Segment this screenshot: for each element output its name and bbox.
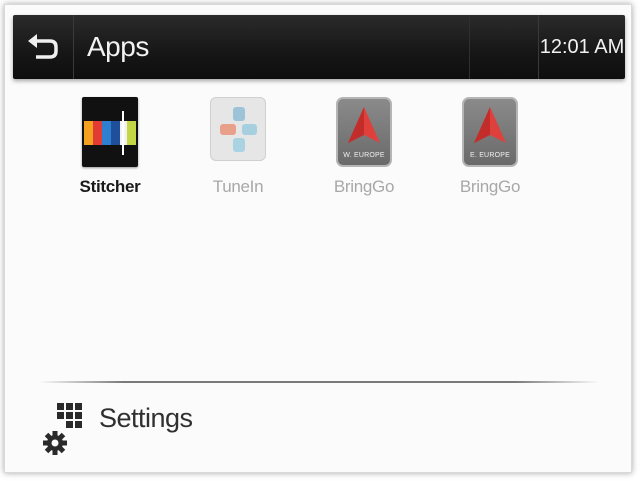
back-arrow-icon	[28, 34, 58, 59]
title-bar: Apps 12:01 AM	[13, 15, 625, 79]
bringgo-icon: W. EUROPE	[336, 91, 392, 167]
bringgo-region-label: W. EUROPE	[343, 152, 385, 159]
app-bringgo-e-europe[interactable]: E. EUROPE BringGo	[435, 91, 545, 197]
app-bringgo-w-europe[interactable]: W. EUROPE BringGo	[309, 91, 419, 197]
app-label: BringGo	[459, 177, 521, 196]
app-stitcher[interactable]: Stitcher	[55, 91, 165, 197]
back-button[interactable]	[13, 15, 74, 79]
header-divider	[469, 15, 470, 79]
app-label: BringGo	[333, 177, 395, 196]
settings-grid-gear-icon	[43, 403, 82, 455]
app-tunein[interactable]: TuneIn	[183, 91, 293, 197]
app-label: Stitcher	[79, 177, 141, 196]
screen-frame: Apps 12:01 AM Stitcher TuneIn W. EUROPE …	[4, 4, 632, 473]
app-grid: Stitcher TuneIn W. EUROPE BringGo E. EUR…	[55, 91, 615, 221]
footer-divider	[39, 381, 599, 383]
settings-button[interactable]: Settings	[43, 397, 223, 463]
bringgo-region-label: E. EUROPE	[470, 152, 510, 159]
page-title: Apps	[87, 31, 149, 62]
tunein-icon	[210, 91, 266, 167]
settings-label: Settings	[99, 403, 193, 433]
clock: 12:01 AM	[538, 15, 625, 79]
stitcher-icon	[82, 91, 138, 167]
bringgo-icon: E. EUROPE	[462, 91, 518, 167]
app-label: TuneIn	[212, 177, 264, 196]
